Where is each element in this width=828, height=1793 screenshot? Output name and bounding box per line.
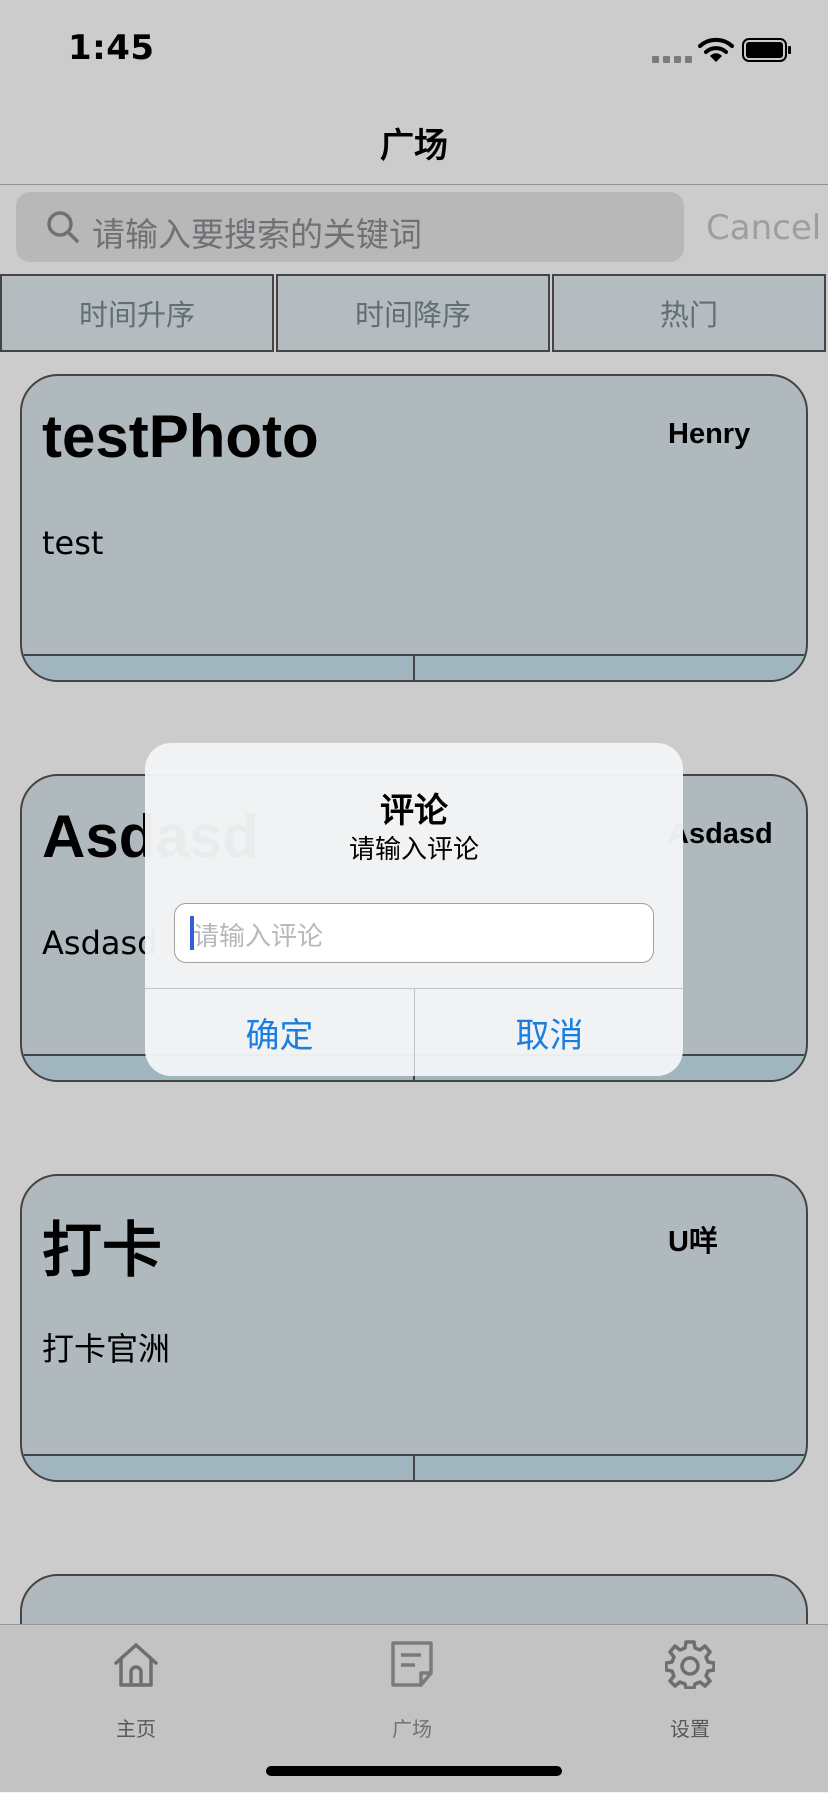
dialog-title: 评论 xyxy=(380,791,448,831)
comment-dialog: 评论 请输入评论 请输入评论 确定 取消 xyxy=(145,743,683,1076)
home-indicator xyxy=(266,1766,562,1776)
dialog-message: 请输入评论 xyxy=(348,835,479,865)
cancel-button[interactable]: 取消 xyxy=(415,989,683,1076)
comment-input-placeholder: 请输入评论 xyxy=(193,922,324,952)
confirm-button[interactable]: 确定 xyxy=(145,989,414,1076)
comment-input[interactable]: 请输入评论 xyxy=(174,903,654,963)
